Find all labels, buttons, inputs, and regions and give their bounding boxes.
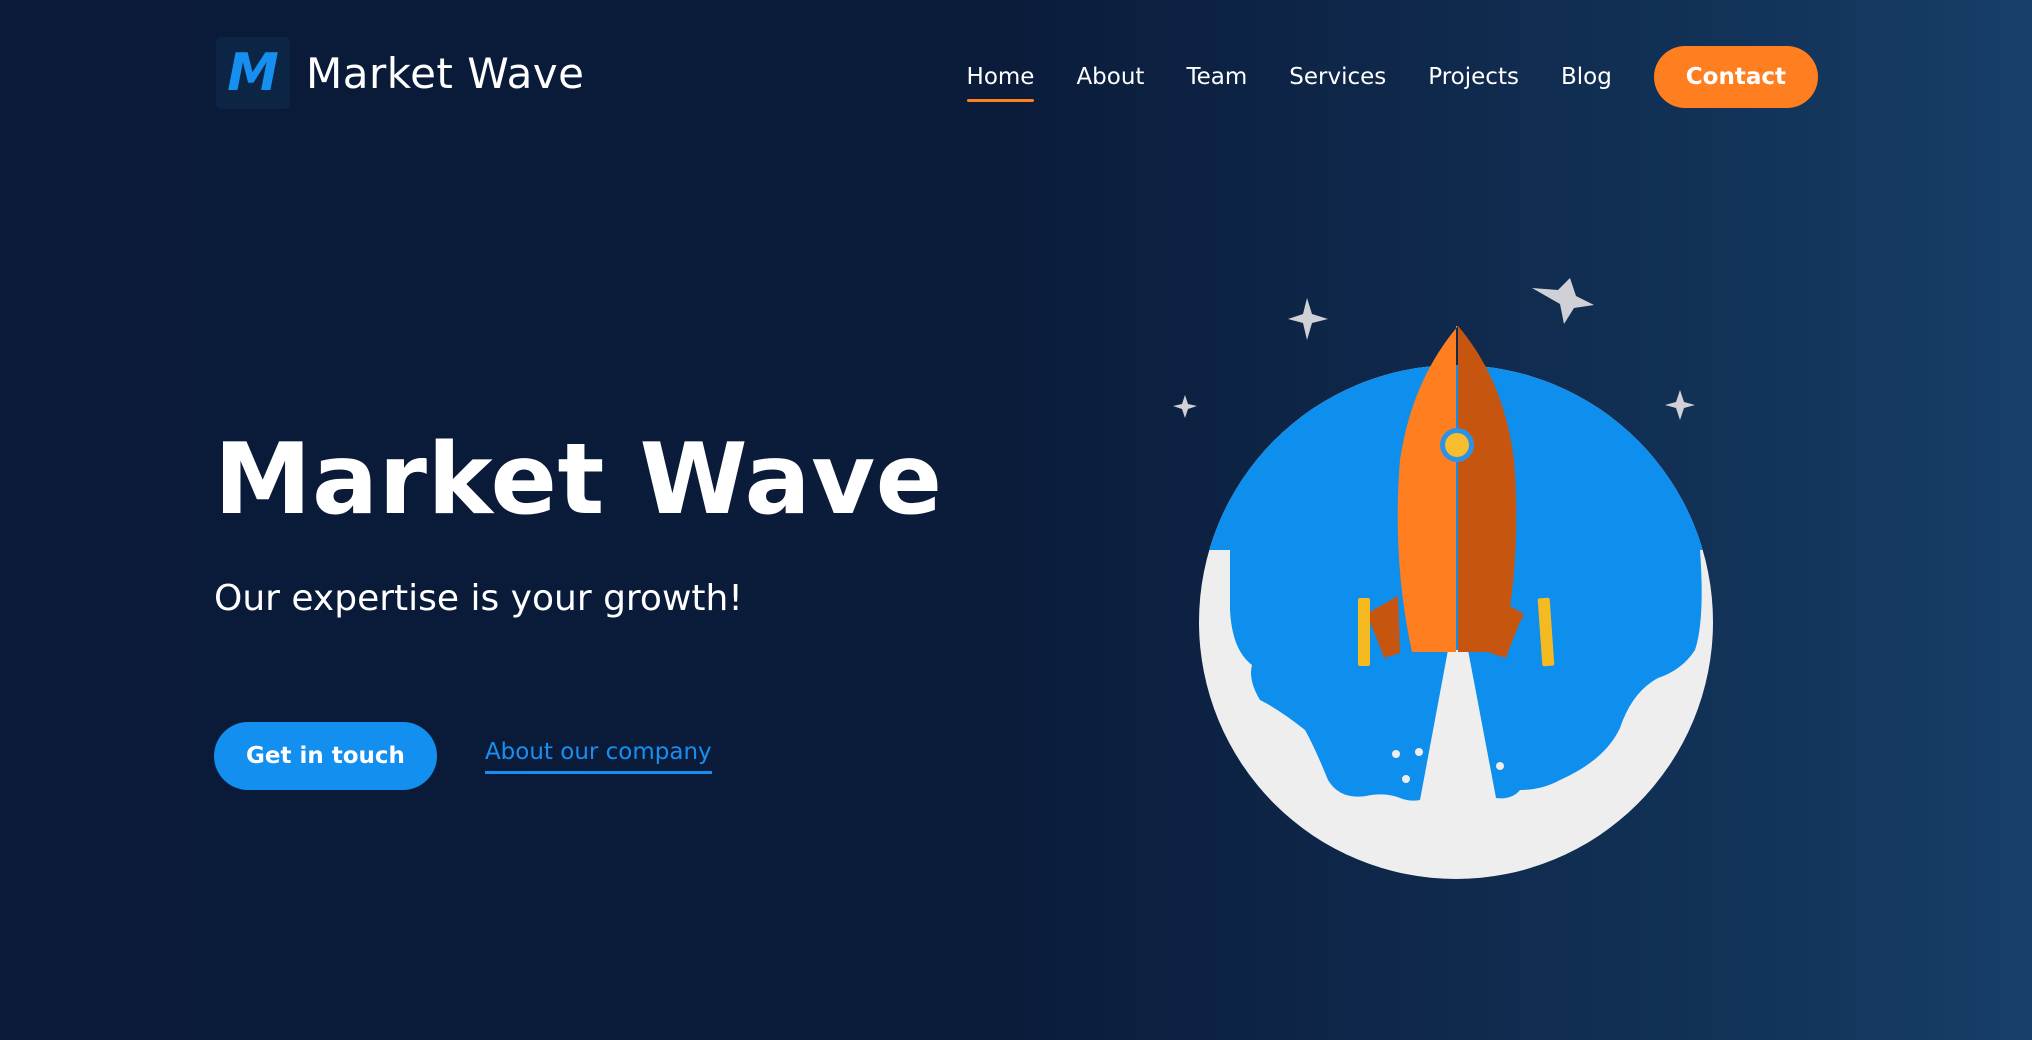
hero-subtitle: Our expertise is your growth! xyxy=(214,578,743,619)
main-nav: Home About Team Services Projects Blog C… xyxy=(925,46,1818,108)
nav-item-about[interactable]: About xyxy=(1076,56,1144,98)
get-in-touch-button[interactable]: Get in touch xyxy=(214,722,437,790)
rocket-illustration xyxy=(1160,260,1740,890)
logo[interactable]: M Market Wave xyxy=(216,36,585,110)
site-header: M Market Wave Home About Team Services P… xyxy=(0,0,2032,150)
star-icon xyxy=(1665,390,1695,420)
star-icon xyxy=(1288,298,1328,340)
nav-item-home[interactable]: Home xyxy=(966,56,1034,102)
contact-button[interactable]: Contact xyxy=(1653,46,1818,108)
hero-title: Market Wave xyxy=(214,423,943,537)
rocket-illustration-svg xyxy=(1173,278,1713,879)
logo-text: Market Wave xyxy=(306,48,585,98)
about-company-link[interactable]: About our company xyxy=(484,739,712,774)
nav-item-projects[interactable]: Projects xyxy=(1428,56,1519,98)
nav-item-services[interactable]: Services xyxy=(1289,56,1386,98)
star-icon xyxy=(1532,278,1594,324)
logo-mark-icon: M xyxy=(216,37,290,109)
nav-item-blog[interactable]: Blog xyxy=(1561,56,1612,98)
nav-item-team[interactable]: Team xyxy=(1186,56,1247,98)
star-icon xyxy=(1173,395,1197,418)
hero-cta-row: Get in touch About our company xyxy=(214,722,712,790)
